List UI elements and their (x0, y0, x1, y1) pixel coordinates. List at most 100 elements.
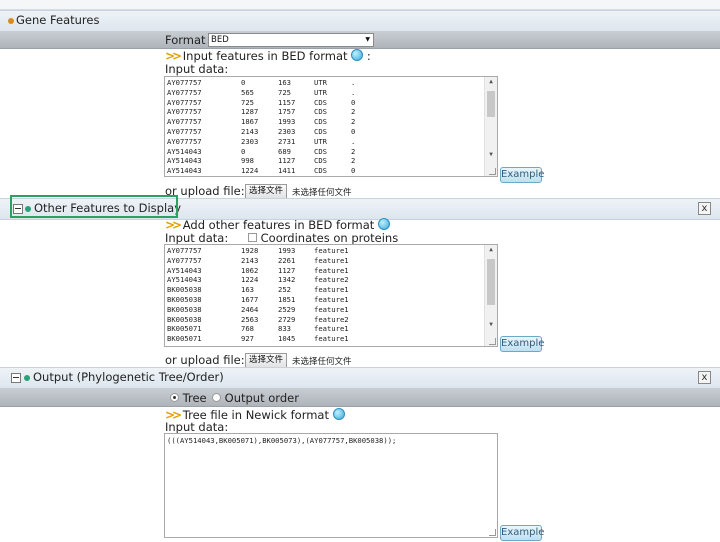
textarea-cell: feature1 (314, 265, 349, 275)
scroll-up-icon[interactable]: ▲ (485, 77, 497, 87)
textarea-line: BK005071 927 1045 feature1 (166, 334, 483, 344)
textarea-cell: feature1 (314, 334, 349, 344)
textarea-line: AY077757 2143 2303 CDS 0 (166, 127, 483, 137)
other-input-data-label: Input data: (165, 231, 229, 245)
newick-value: (((AY514043,BK005071),BK005073),(AY07775… (167, 436, 397, 445)
coords-on-proteins-label: Coordinates on proteins (260, 231, 399, 245)
textarea-cell: feature1 (314, 304, 349, 314)
textarea-cell: AY077757 (167, 87, 202, 97)
textarea-line: AY514043 0 689 CDS 2 (166, 147, 483, 157)
resize-grip-icon[interactable] (489, 168, 496, 175)
gene-choose-file-button[interactable]: 选择文件 (245, 184, 288, 199)
textarea-line: BK005038 1677 1851 feature1 (166, 295, 483, 305)
textarea-cell: . (351, 136, 356, 146)
textarea-line: AY077757 725 1157 CDS 0 (166, 98, 483, 108)
format-select[interactable]: BED ▼ (208, 33, 374, 47)
help-icon[interactable] (351, 49, 364, 61)
tree-example-button[interactable]: Example (500, 525, 544, 541)
gene-features-header[interactable]: Gene Features (0, 10, 720, 32)
help-icon[interactable] (332, 408, 345, 420)
textarea-line: AY077757 1928 1993 feature1 (166, 246, 483, 256)
close-icon[interactable]: x (698, 202, 711, 215)
order-option[interactable]: Output order (212, 391, 299, 405)
textarea-cell: 1677 (241, 294, 259, 304)
textarea-cell: CDS (314, 156, 327, 166)
textarea-line: AY514043 1224 1411 CDS 0 (166, 166, 483, 176)
double-chevron-icon: >> (165, 218, 182, 232)
textarea-cell: feature1 (314, 246, 349, 255)
scroll-thumb[interactable] (487, 259, 495, 305)
help-icon[interactable] (377, 218, 390, 230)
gene-input-heading: >> Input features in BED format : (165, 49, 371, 63)
textarea-cell: 163 (278, 78, 291, 87)
textarea-cell: 998 (241, 156, 254, 166)
textarea-cell: CDS (314, 126, 327, 136)
textarea-cell: 1157 (278, 97, 296, 107)
textarea-cell: 0 (351, 126, 356, 136)
other-example-button[interactable]: Example (500, 336, 544, 352)
output-header[interactable]: Output (Phylogenetic Tree/Order) x (0, 367, 720, 389)
order-option-label: Output order (224, 391, 299, 405)
textarea-cell: 2464 (241, 304, 259, 314)
resize-grip-icon[interactable] (489, 338, 496, 345)
textarea-cell: 0 (241, 78, 246, 87)
textarea-cell: 163 (241, 285, 254, 295)
other-input-heading-text: Add other features in BED format (182, 218, 375, 232)
textarea-cell: BK005038 (167, 294, 202, 304)
textarea-cell: AY077757 (167, 78, 202, 87)
format-label: Format (165, 33, 206, 47)
textarea-line: AY077757 2303 2731 UTR. (166, 137, 483, 147)
other-textarea-scrollbar[interactable]: ▲ ▼ (484, 245, 497, 346)
textarea-cell: feature2 (314, 275, 349, 285)
textarea-cell: 1224 (241, 275, 259, 285)
scroll-down-icon[interactable]: ▼ (485, 320, 497, 330)
textarea-cell: 2 (351, 107, 356, 117)
coords-on-proteins-checkbox[interactable] (248, 233, 257, 242)
textarea-cell: feature1 (314, 255, 349, 265)
textarea-cell: AY514043 (167, 156, 202, 166)
collapse-icon[interactable] (11, 373, 21, 383)
textarea-cell: feature1 (314, 294, 349, 304)
textarea-cell: 2 (351, 156, 356, 166)
textarea-cell: 1993 (278, 246, 296, 255)
other-features-textarea[interactable]: AY077757 1928 1993 feature1 AY077757 2143 2261… (164, 244, 498, 347)
textarea-cell: 1127 (278, 156, 296, 166)
textarea-cell: 2261 (278, 255, 296, 265)
textarea-cell: 2563 (241, 314, 259, 324)
textarea-cell: AY077757 (167, 117, 202, 127)
tree-option[interactable]: Tree (170, 391, 207, 405)
gene-features-textarea[interactable]: AY077757 0 163 UTR. AY077757 565 725 UTR. AY0777… (164, 76, 498, 177)
green-dot-icon (24, 375, 30, 381)
textarea-line: AY514043 998 1127 CDS 2 (166, 156, 483, 166)
scroll-thumb[interactable] (487, 91, 495, 117)
textarea-cell: 768 (241, 324, 254, 334)
resize-grip-icon[interactable] (489, 529, 496, 536)
coords-on-proteins[interactable]: Coordinates on proteins (248, 231, 398, 245)
textarea-cell: 2143 (241, 126, 259, 136)
textarea-cell: AY077757 (167, 255, 202, 265)
tree-radio[interactable] (170, 393, 179, 402)
top-border (0, 0, 720, 10)
scroll-down-icon[interactable]: ▼ (485, 150, 497, 160)
tree-option-label: Tree (182, 391, 207, 405)
output-title: Output (Phylogenetic Tree/Order) (33, 370, 224, 384)
textarea-cell: 2303 (241, 136, 259, 146)
output-options-bar: Tree Output order (0, 388, 720, 407)
textarea-cell: feature1 (314, 285, 349, 295)
textarea-cell: BK005038 (167, 304, 202, 314)
textarea-cell: 1127 (278, 265, 296, 275)
textarea-cell: AY514043 (167, 146, 202, 156)
scroll-up-icon[interactable]: ▲ (485, 245, 497, 255)
textarea-cell: 1928 (241, 246, 259, 255)
close-icon[interactable]: x (698, 371, 711, 384)
gene-input-data-label: Input data: (165, 62, 229, 76)
gene-example-button[interactable]: Example (500, 167, 544, 183)
newick-textarea[interactable]: (((AY514043,BK005071),BK005073),(AY07775… (164, 433, 498, 538)
order-radio[interactable] (212, 393, 221, 402)
highlight-rectangle (10, 195, 178, 218)
other-upload-label: or upload file: (165, 353, 245, 367)
textarea-cell: CDS (314, 107, 327, 117)
other-choose-file-button[interactable]: 选择文件 (245, 353, 288, 368)
gene-input-heading-text: Input features in BED format (182, 49, 348, 63)
gene-textarea-scrollbar[interactable]: ▲ ▼ (484, 77, 497, 176)
